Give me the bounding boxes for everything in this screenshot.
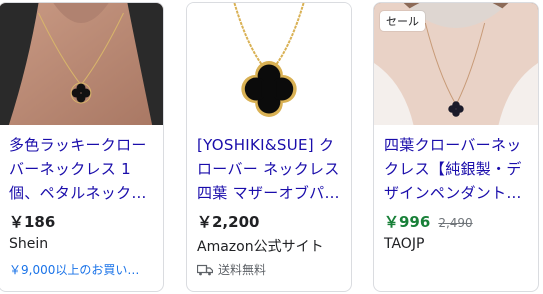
sale-badge: セール	[380, 11, 425, 31]
product-card-2[interactable]: [YOSHIKI&SUE] クローバー ネックレス 四葉 マザーオブパ… ￥2,…	[186, 2, 352, 292]
product-title-3[interactable]: 四葉クローバーネックレス【純銀製・デザインペンダント…	[384, 133, 530, 205]
shipping-info-2: 送料無料	[197, 261, 266, 278]
product-price-2: ￥2,200	[197, 213, 260, 231]
promo-link-1[interactable]: ￥9,000以上のお買い…	[9, 261, 157, 278]
merchant-name-1: Shein	[9, 236, 49, 252]
product-price-1: ￥186	[9, 213, 56, 231]
product-title-2[interactable]: [YOSHIKI&SUE] クローバー ネックレス 四葉 マザーオブパ…	[197, 133, 343, 205]
product-card-1[interactable]: 多色ラッキークローバーネックレス 1個、ペタルネック… ￥186 Shein ￥…	[0, 2, 164, 292]
product-title-1[interactable]: 多色ラッキークローバーネックレス 1個、ペタルネック…	[9, 133, 155, 205]
product-price-3: ￥996	[384, 213, 431, 231]
shipping-label: 送料無料	[218, 263, 267, 277]
product-image-3[interactable]: セール	[374, 3, 538, 125]
original-price-3: 2,490	[438, 216, 473, 230]
merchant-name-2: Amazon公式サイト	[197, 239, 324, 255]
truck-icon	[197, 264, 213, 275]
merchant-name-3: TAOJP	[384, 236, 425, 252]
product-card-3[interactable]: セール 四葉クローバーネックレス【純銀製・デザインペンダント… ￥996 2,4…	[373, 2, 539, 292]
product-image-2[interactable]	[187, 3, 351, 125]
product-image-1[interactable]	[0, 3, 163, 125]
